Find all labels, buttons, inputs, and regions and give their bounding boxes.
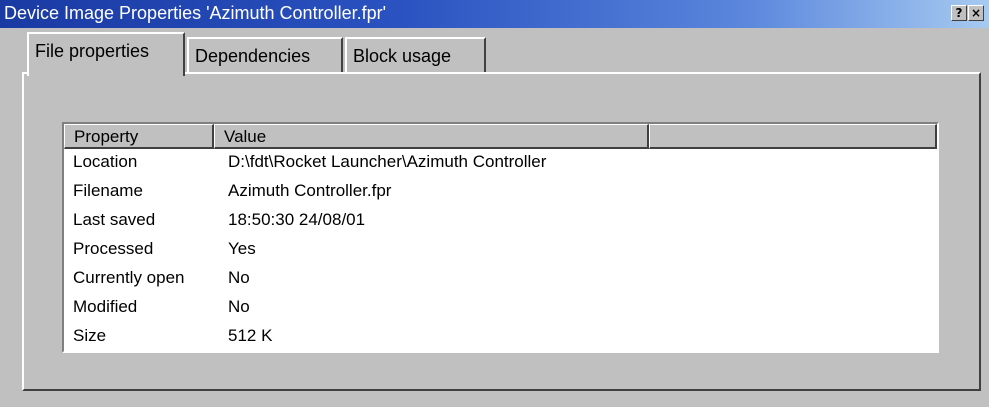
table-row[interactable]: Modified No [64,296,937,325]
value-cell: D:\fdt\Rocket Launcher\Azimuth Controlle… [228,152,547,171]
property-cell: Last saved [73,210,156,229]
question-icon: ? [955,6,963,20]
list-header: Property Value [64,124,937,149]
value-cell: 18:50:30 24/08/01 [228,210,366,229]
tab-dependencies[interactable]: Dependencies [187,37,343,73]
title-bar[interactable]: Device Image Properties 'Azimuth Control… [0,0,989,28]
value-cell: Azimuth Controller.fpr [228,181,392,200]
table-row[interactable]: Location D:\fdt\Rocket Launcher\Azimuth … [64,151,937,180]
table-row[interactable]: Filename Azimuth Controller.fpr [64,180,937,209]
properties-dialog: Device Image Properties 'Azimuth Control… [0,0,989,407]
property-cell: Processed [73,239,154,258]
value-cell: 512 K [228,326,273,345]
property-cell: Size [73,326,107,345]
property-cell: Location [73,152,138,171]
property-cell: Filename [73,181,143,200]
table-row[interactable]: Last saved 18:50:30 24/08/01 [64,209,937,238]
close-icon: × [970,6,982,20]
column-header-value[interactable]: Value [214,124,649,149]
table-row[interactable]: Size 512 K [64,325,937,354]
value-cell: No [228,297,250,316]
value-cell: No [228,268,250,287]
table-row[interactable]: Currently open No [64,267,937,296]
property-cell: Currently open [73,268,185,287]
properties-list[interactable]: Property Value Location D:\fdt\Rocket La… [62,122,939,353]
value-cell: Yes [228,239,256,258]
column-header-property[interactable]: Property [64,124,214,149]
tab-block-usage[interactable]: Block usage [345,37,486,73]
close-button[interactable]: × [968,5,984,21]
window-title: Device Image Properties 'Azimuth Control… [4,3,387,23]
help-button[interactable]: ? [951,5,967,21]
file-properties-panel: Property Value Location D:\fdt\Rocket La… [22,72,981,391]
property-cell: Modified [73,297,138,316]
table-row[interactable]: Processed Yes [64,238,937,267]
tab-file-properties[interactable]: File properties [27,32,185,76]
list-rows: Location D:\fdt\Rocket Launcher\Azimuth … [64,151,937,354]
column-header-filler[interactable] [649,124,937,149]
